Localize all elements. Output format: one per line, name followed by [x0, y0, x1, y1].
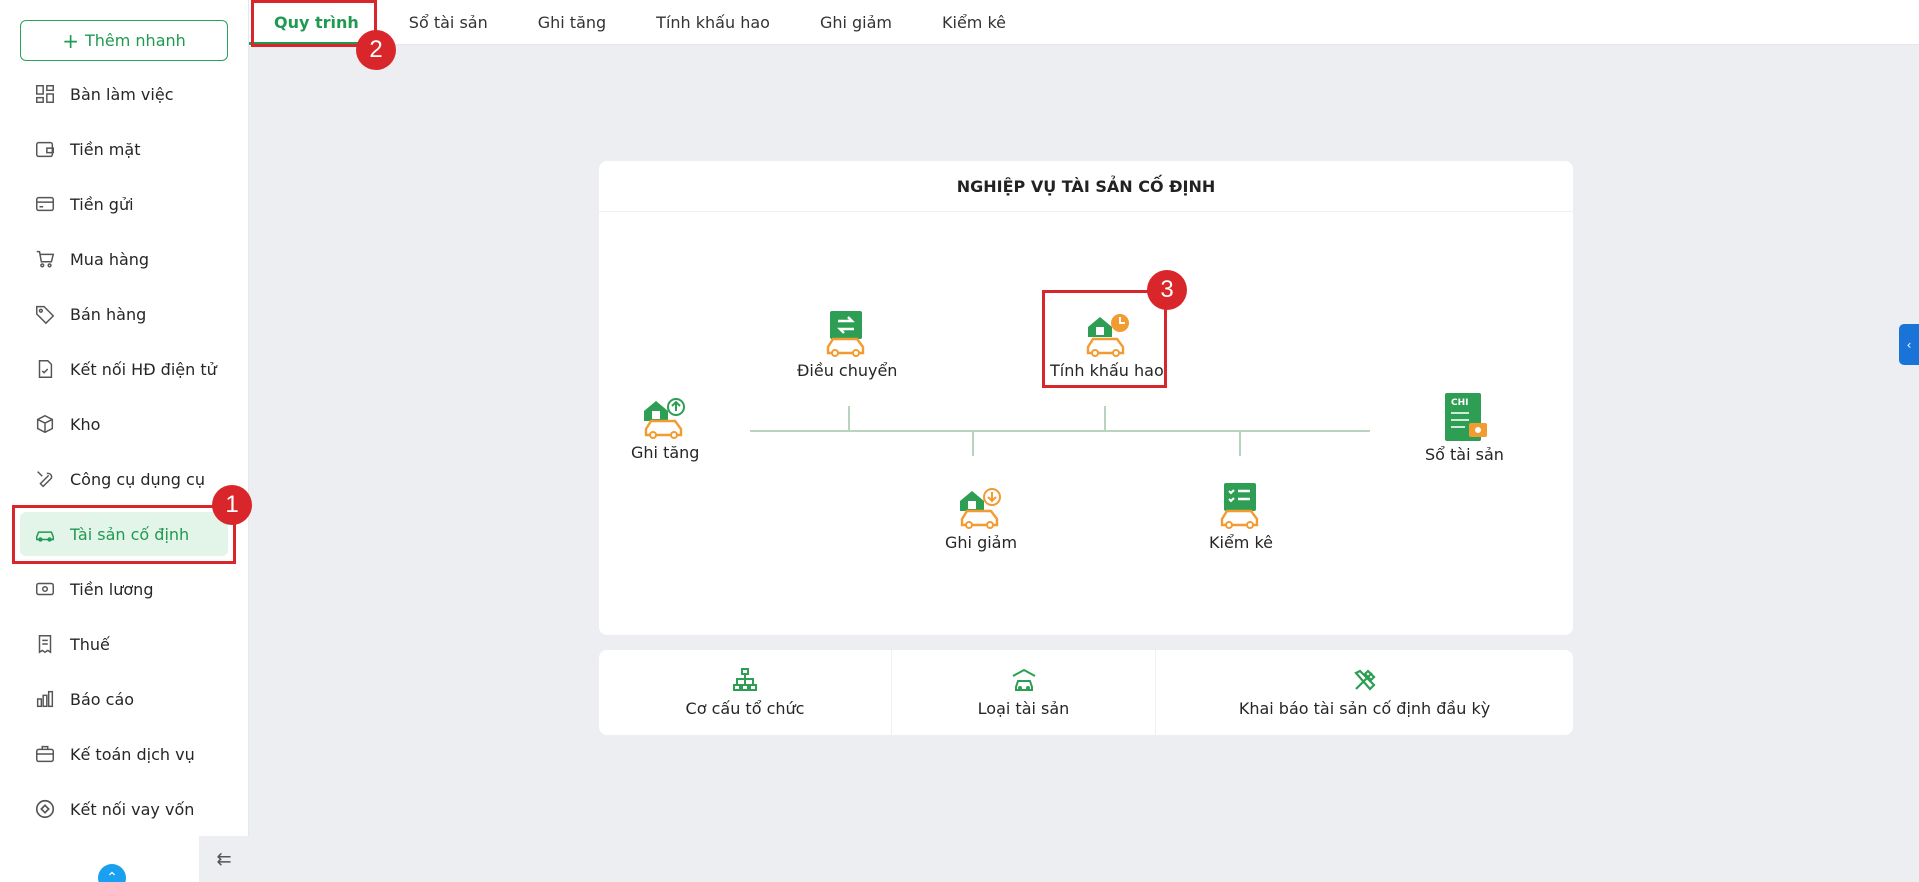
node-so-tai-san[interactable]: CHI Sổ tài sản — [1425, 391, 1504, 464]
annotation-badge-1: 1 — [212, 485, 252, 525]
annotation-box-3 — [1042, 290, 1167, 388]
invoice-icon — [38, 360, 53, 378]
flow-connector — [1239, 432, 1241, 456]
org-structure-button[interactable]: Cơ cấu tổ chức — [599, 650, 892, 735]
card-title: NGHIỆP VỤ TÀI SẢN CỐ ĐỊNH — [599, 161, 1573, 212]
money-icon — [36, 582, 54, 596]
scroll-up-icon[interactable]: ⌃ — [98, 864, 126, 882]
flow-connector — [972, 432, 974, 456]
checklist-car-icon — [1220, 483, 1259, 529]
tab-depreciation[interactable]: Tính khấu hao — [631, 0, 795, 45]
sidebar-item-tools[interactable]: Công cụ dụng cụ — [20, 457, 230, 501]
receipt-icon — [38, 635, 52, 654]
fixed-asset-process-card: NGHIỆP VỤ TÀI SẢN CỐ ĐỊNH Ghi tăng Điều … — [599, 161, 1573, 635]
wallet-icon — [36, 141, 54, 158]
tools-icon — [1353, 669, 1376, 691]
wrench-icon — [37, 471, 53, 488]
sidebar-item-label: Tiền lương — [70, 579, 154, 599]
sidebar-item-label: Mua hàng — [70, 249, 150, 269]
tab-increase[interactable]: Ghi tăng — [513, 0, 631, 45]
sidebar-item-purchase[interactable]: Mua hàng — [20, 237, 230, 281]
tag-icon — [36, 305, 55, 325]
side-panel-toggle-icon[interactable]: ‹ — [1899, 324, 1919, 365]
sidebar-item-label: Kết nối vay vốn — [70, 799, 195, 819]
sidebar-item-deposit[interactable]: Tiền gửi — [20, 182, 230, 226]
node-label: Sổ tài sản — [1425, 445, 1504, 464]
node-label: Kiểm kê — [1209, 533, 1273, 552]
sidebar-item-label: Kế toán dịch vụ — [70, 744, 195, 764]
sidebar-item-einvoice[interactable]: Kết nối HĐ điện tử — [20, 347, 230, 391]
top-tabs: Quy trình Sổ tài sản Ghi tăng Tính khấu … — [249, 0, 1919, 45]
tab-decrease[interactable]: Ghi giảm — [795, 0, 917, 45]
sidebar-item-label: Công cụ dụng cụ — [70, 469, 205, 489]
opening-balance-button[interactable]: Khai báo tài sản cố định đầu kỳ — [1156, 650, 1573, 735]
bottom-item-label: Cơ cấu tổ chức — [685, 699, 805, 718]
sidebar-item-service-accounting[interactable]: Kế toán dịch vụ — [20, 732, 230, 776]
annotation-badge-2: 2 — [356, 30, 396, 70]
annotation-box-1 — [12, 505, 236, 564]
node-label: Điều chuyển — [797, 361, 898, 380]
flow-connector — [1104, 406, 1106, 430]
sidebar-item-sales[interactable]: Bán hàng — [20, 292, 230, 336]
sidebar-item-label: Bán hàng — [70, 304, 147, 324]
quick-add-button[interactable]: + Thêm nhanh — [20, 20, 228, 61]
briefcase-icon — [36, 745, 54, 763]
sidebar-item-label: Tiền gửi — [70, 194, 134, 214]
node-ghi-giam[interactable]: Ghi giảm — [945, 479, 1017, 552]
node-label: Ghi tăng — [631, 443, 700, 462]
chart-icon — [36, 690, 54, 708]
loan-icon — [35, 799, 55, 819]
flow-connector — [848, 406, 850, 430]
sidebar-item-tax[interactable]: Thuế — [20, 622, 230, 666]
node-kiem-ke[interactable]: Kiểm kê — [1209, 479, 1273, 552]
garage-car-icon — [1012, 668, 1035, 691]
tab-inventory[interactable]: Kiểm kê — [917, 0, 1031, 45]
node-label: Ghi giảm — [945, 533, 1018, 552]
sidebar: + Thêm nhanh Bàn làm việc Tiền mặt Tiền … — [0, 0, 249, 882]
dashboard-icon — [36, 85, 54, 103]
sidebar-item-loan[interactable]: Kết nối vay vốn — [20, 787, 230, 831]
bottom-item-label: Khai báo tài sản cố định đầu kỳ — [1238, 699, 1491, 718]
plus-icon: + — [62, 28, 79, 53]
cart-icon — [36, 250, 55, 268]
transfer-car-icon — [827, 311, 865, 357]
book-badge-text: CHI — [1451, 398, 1469, 408]
sidebar-item-salary[interactable]: Tiền lương — [20, 567, 230, 611]
sidebar-item-label: Báo cáo — [70, 689, 135, 709]
annotation-badge-3: 3 — [1147, 270, 1187, 310]
node-ghi-tang[interactable]: Ghi tăng — [631, 389, 699, 462]
card-icon — [36, 196, 54, 212]
sidebar-item-label: Bàn làm việc — [70, 84, 174, 104]
quick-add-label: Thêm nhanh — [84, 31, 186, 50]
box-icon — [36, 414, 54, 434]
house-car-up-icon — [644, 398, 686, 439]
collapse-sidebar-icon[interactable]: ⇇ — [199, 836, 249, 882]
sidebar-item-cash[interactable]: Tiền mặt — [20, 127, 230, 171]
flow-line — [750, 430, 1370, 432]
bottom-item-label: Loại tài sản — [977, 699, 1070, 718]
org-chart-icon — [733, 668, 757, 691]
node-dieu-chuyen[interactable]: Điều chuyển — [797, 307, 897, 380]
sidebar-item-label: Kho — [70, 414, 101, 434]
sidebar-item-reports[interactable]: Báo cáo — [20, 677, 230, 721]
sidebar-item-label: Tiền mặt — [70, 139, 141, 159]
tab-asset-book[interactable]: Sổ tài sản — [384, 0, 513, 45]
house-car-down-icon — [960, 488, 1002, 529]
settings-bar: Cơ cấu tổ chức Loại tài sản Khai báo tài… — [599, 650, 1573, 735]
sidebar-item-label: Thuế — [70, 634, 110, 654]
sidebar-item-label: Kết nối HĐ điện tử — [70, 359, 217, 379]
sidebar-item-warehouse[interactable]: Kho — [20, 402, 230, 446]
sidebar-item-dashboard[interactable]: Bàn làm việc — [20, 72, 230, 116]
asset-book-icon: CHI — [1445, 393, 1488, 441]
asset-type-button[interactable]: Loại tài sản — [892, 650, 1156, 735]
